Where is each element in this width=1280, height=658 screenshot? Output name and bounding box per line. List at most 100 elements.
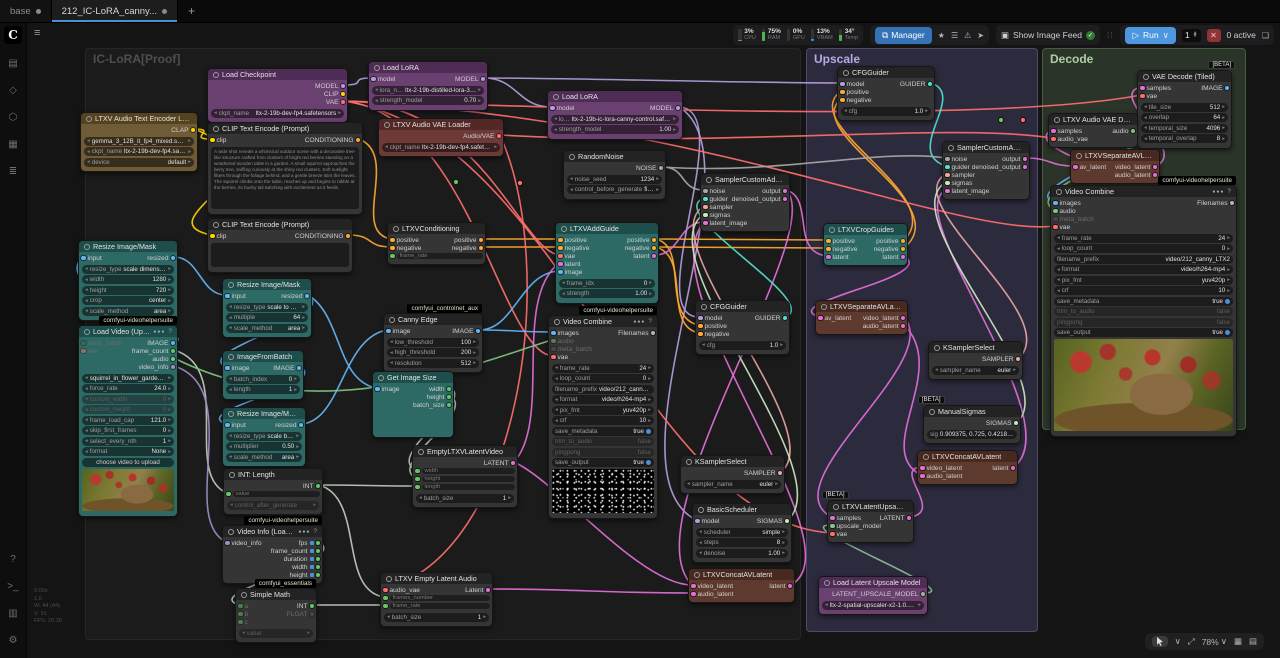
widget-custom-height[interactable]: ◂custom_height0▸ (82, 405, 174, 414)
output-port-height[interactable]: height (290, 571, 320, 579)
input-port-samples[interactable]: samples (1051, 127, 1082, 135)
node-load-latent-upscale-model[interactable]: Load Latent Upscale ModelLATENT_UPSCALE_… (818, 576, 928, 615)
sidebar-terminal-icon[interactable]: >_ (4, 577, 22, 595)
input-port-frames_number[interactable]: frames_number (383, 594, 490, 602)
input-port-value[interactable]: value (226, 490, 320, 498)
input-port-audio_latent[interactable]: audio_latent (691, 590, 733, 598)
node-ltxv-empty-latent-audio[interactable]: LTXV Empty Latent Audioaudio_vaeLatentfr… (380, 572, 493, 627)
widget-cfg[interactable]: ◂cfg1.0▸ (841, 107, 931, 116)
node-video-combine-final[interactable]: comfyui-videohelpersuiteVideo Combine●●●… (1050, 185, 1237, 437)
run-button[interactable]: ▷ Run ∨ (1125, 27, 1175, 44)
widget-denoise[interactable]: ◂denoise1.00▸ (696, 549, 788, 558)
node-ltxv-conditioning[interactable]: LTXVConditioningpositivepositivenegative… (387, 222, 486, 265)
output-port-output[interactable]: output (762, 187, 787, 195)
node-help-icon[interactable]: ? (648, 318, 652, 325)
input-port-height[interactable]: height (415, 475, 515, 483)
output-port-MODEL[interactable]: MODEL (315, 82, 345, 90)
input-port-model[interactable]: model (695, 517, 719, 525)
collapse-icon[interactable] (569, 154, 575, 160)
widget-multiple[interactable]: ◂multiple64▸ (226, 313, 308, 322)
output-port-batch_size[interactable]: batch_size (413, 401, 451, 409)
node-header[interactable]: CFGGuider (838, 67, 934, 78)
zoom-level-dropdown[interactable]: 78% ∨ (1202, 636, 1227, 647)
widget-sampler-name[interactable]: ◂sampler_nameeuler▸ (932, 366, 1019, 375)
node-int-length[interactable]: INT: LengthINTvalue◂control_after_genera… (223, 468, 323, 515)
node-header[interactable]: CLIP Text Encode (Prompt) (208, 123, 362, 134)
node-clip-text-encode-positive[interactable]: CLIP Text Encode (Prompt)clipCONDITIONIN… (207, 122, 363, 215)
output-port-Audio/VAE[interactable]: Audio/VAE (463, 132, 501, 140)
queue-panel-icon[interactable]: ❏ (1262, 31, 1269, 40)
collapse-icon[interactable] (698, 507, 704, 513)
output-port-NOISE[interactable]: NOISE (636, 164, 663, 172)
collapse-icon[interactable] (389, 317, 395, 323)
canvas-settings-icon[interactable]: ▤ (1249, 636, 1257, 647)
collapse-icon[interactable] (686, 459, 692, 465)
node-simple-math[interactable]: comfyui_essentialsSimple MathaINTbFLOATc… (235, 588, 317, 643)
node-header[interactable]: LTXVConditioning (388, 223, 485, 234)
collapse-icon[interactable] (418, 449, 424, 455)
widget-frame-rate[interactable]: ◂frame_rate24▸ (552, 364, 654, 373)
collapse-icon[interactable] (384, 122, 390, 128)
widget-resize-type[interactable]: ◂resize_typescale dimensions▸ (82, 265, 174, 274)
widget-pix-fmt[interactable]: ◂pix_fmtyuv420p▸ (552, 406, 654, 415)
sidebar-logs-icon[interactable]: ▥ (4, 604, 22, 622)
output-port-latent[interactable]: latent (769, 582, 792, 590)
widget-choose-video-to-upload[interactable]: choose video to upload (82, 458, 174, 467)
node-get-image-size[interactable]: Get Image Sizeimagewidthheightbatch_size (372, 371, 454, 438)
node-image-from-batch[interactable]: ImageFromBatchimageIMAGE◂batch_index0▸◂l… (222, 350, 304, 400)
output-port-negative[interactable]: negative (625, 244, 656, 252)
output-port-resized[interactable]: resized (147, 254, 175, 262)
input-port-av_latent[interactable]: av_latent (818, 314, 851, 322)
sidebar-models-icon[interactable]: ◇ (4, 81, 22, 99)
widget-save-metadata[interactable]: save_metadatatrue (552, 427, 654, 436)
output-port-audio_latent[interactable]: audio_latent (863, 322, 905, 330)
sidebar-queue-icon[interactable]: ≣ (4, 162, 22, 180)
input-port-latent[interactable]: latent (826, 253, 849, 261)
input-port-negative[interactable]: negative (558, 244, 589, 252)
input-port-latent_image[interactable]: latent_image (945, 187, 989, 195)
output-port-SIGMAS[interactable]: SIGMAS (986, 419, 1018, 427)
input-port-positive[interactable]: positive (826, 237, 855, 245)
collapse-icon[interactable] (706, 177, 712, 183)
output-port-denoised_output[interactable]: denoised_output (972, 163, 1027, 171)
output-port-Filenames[interactable]: Filenames (1197, 199, 1234, 207)
output-port-IMAGE[interactable]: IMAGE (1201, 84, 1229, 92)
node-header[interactable]: LTXVCropGuides (824, 224, 907, 235)
prompt-textarea[interactable] (211, 243, 349, 267)
node-empty-ltxv-latent-video[interactable]: EmptyLTXVLatentVideoLATENTwidthheightlen… (412, 445, 518, 508)
node-video-combine-canny[interactable]: comfyui-videohelpersuiteVideo Combine●●●… (548, 315, 658, 519)
output-port-video_latent[interactable]: video_latent (863, 314, 905, 322)
output-port-video_latent[interactable]: video_latent (1115, 163, 1157, 171)
collapse-icon[interactable] (948, 145, 954, 151)
collapse-icon[interactable] (86, 116, 92, 122)
widget-pingpong[interactable]: pingpongfalse (552, 448, 654, 457)
output-port-frame_count[interactable]: frame_count (271, 547, 320, 555)
collapse-icon[interactable] (228, 354, 234, 360)
output-port-latent[interactable]: latent (992, 464, 1015, 472)
node-header[interactable]: Load Video (Upload)●●●? (79, 326, 177, 337)
output-port-latent[interactable]: latent (633, 252, 656, 260)
widget-crf[interactable]: ◂crf10▸ (552, 416, 654, 425)
widget-sampler-name[interactable]: ◂sampler_nameeuler▸ (684, 480, 781, 489)
widget-ckpt-name[interactable]: ◂ckpt_nameltx-2-19b-dev-fp4.safetensors▸ (211, 109, 344, 118)
node-header[interactable]: Video Combine●●●? (549, 316, 657, 327)
collapse-icon[interactable] (929, 409, 935, 415)
collapse-icon[interactable] (228, 282, 234, 288)
node-header[interactable]: LTXVConcatAVLatent (689, 569, 794, 580)
node-sampler-custom-advanced[interactable]: SamplerCustomAdvancednoiseoutputguiderde… (700, 173, 790, 232)
collapse-icon[interactable] (1076, 153, 1082, 159)
input-port-positive[interactable]: positive (698, 322, 727, 330)
input-port-b[interactable]: b (238, 610, 248, 618)
widget-steps[interactable]: ◂steps8▸ (696, 538, 788, 547)
input-port-video_latent[interactable]: video_latent (920, 464, 962, 472)
output-port-audio_latent[interactable]: audio_latent (1115, 171, 1157, 179)
output-port-negative[interactable]: negative (452, 244, 483, 252)
node-ltxv-concat-av-latent-upscale[interactable]: LTXVConcatAVLatentvideo_latentlatentaudi… (917, 450, 1018, 485)
sidebar-help-icon[interactable]: ? (4, 550, 22, 568)
sidebar-node-library-icon[interactable]: ⬡ (4, 108, 22, 126)
node-header[interactable]: VAE Decode (Tiled) (1138, 71, 1231, 82)
cancel-run-button[interactable]: ✕ (1207, 29, 1221, 42)
node-ltxv-latent-upsampler[interactable]: [BETA]LTXVLatentUpsamplersamplesLATENTup… (827, 500, 914, 543)
output-port-video_info[interactable]: video_info (138, 363, 175, 371)
widget-skip-first-frames[interactable]: ◂skip_first_frames0▸ (82, 426, 174, 435)
